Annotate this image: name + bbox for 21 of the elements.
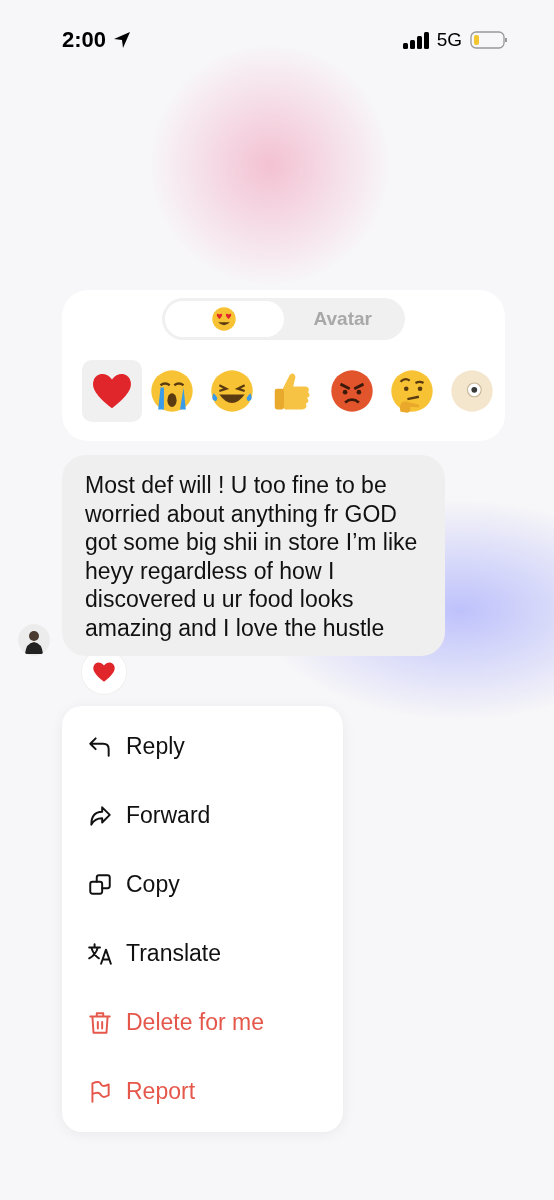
battery-icon: [470, 30, 508, 50]
location-arrow-icon: [112, 30, 133, 50]
laughing-emoji-icon: [209, 368, 255, 414]
menu-item[interactable]: Forward: [62, 781, 343, 850]
delete-icon: [87, 1009, 113, 1036]
angry-emoji-icon: [329, 368, 375, 414]
thinking-emoji-icon: [389, 368, 435, 414]
signal-icon: [402, 31, 430, 49]
heart-eyes-emoji-icon: [211, 306, 238, 332]
crying-emoji-icon: [149, 368, 195, 414]
menu-item[interactable]: Delete for me: [62, 988, 343, 1057]
menu-item[interactable]: Reply: [62, 712, 343, 781]
menu-item[interactable]: Translate: [62, 919, 343, 988]
copy-icon: [87, 871, 113, 898]
network-label: 5G: [436, 29, 462, 51]
message-bubble: Most def will ! U too fine to be worried about anything fr GOD got some big shii in store I’m like heyy regardless of how I discovered u ur food looks amazing and I love the hustle: [62, 455, 445, 656]
avatar[interactable]: [18, 624, 50, 656]
menu-item[interactable]: Copy: [62, 850, 343, 919]
menu-item[interactable]: Report: [62, 1057, 343, 1126]
translate-icon: [87, 940, 113, 967]
clock-time: 2:00: [62, 27, 107, 53]
